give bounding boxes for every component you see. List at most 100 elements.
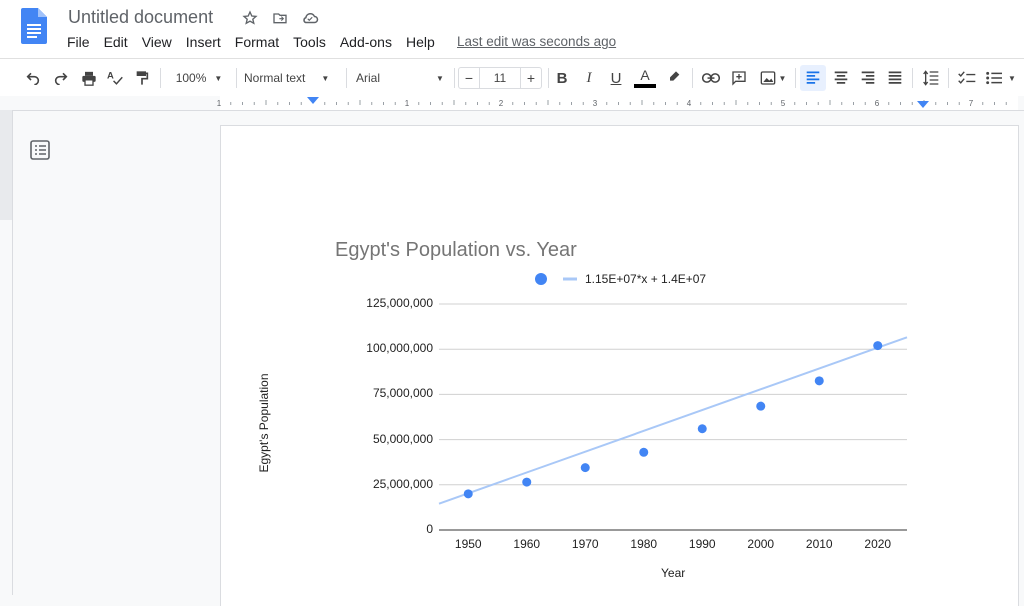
align-center-icon[interactable] — [830, 67, 852, 89]
horizontal-ruler[interactable]: 1 1 2 3 4 5 6 7 — [0, 96, 1024, 111]
font-value: Arial — [356, 71, 381, 85]
chevron-down-icon: ▼ — [321, 73, 330, 83]
x-tick-label: 2010 — [805, 537, 833, 551]
data-point — [463, 489, 473, 499]
x-tick-label: 1990 — [688, 537, 716, 551]
data-point — [814, 376, 824, 386]
bulleted-list-button[interactable]: ▼ — [986, 67, 1024, 89]
chevron-down-icon: ▼ — [436, 73, 444, 83]
insert-image-button[interactable]: ▼ — [756, 67, 790, 89]
document-page[interactable]: Egypt's Population vs. Year 1.15E+07*x +… — [221, 126, 1018, 606]
ruler-label: 7 — [969, 99, 974, 108]
cloud-status-icon[interactable] — [300, 9, 320, 27]
zoom-value: 100% — [175, 71, 207, 85]
left-indent-marker[interactable] — [307, 97, 319, 104]
ruler-label: 1 — [405, 99, 410, 108]
undo-icon[interactable] — [22, 67, 44, 89]
italic-button[interactable]: I — [579, 67, 599, 89]
ruler-label: 6 — [875, 99, 880, 108]
bulleted-list-icon — [986, 71, 1002, 85]
insert-link-icon[interactable] — [700, 67, 722, 89]
document-title[interactable]: Untitled document — [68, 7, 213, 28]
menu-insert[interactable]: Insert — [179, 33, 228, 51]
x-axis-label: Year — [661, 566, 686, 580]
style-select[interactable]: Normal text ▼ — [244, 67, 338, 89]
checklist-icon[interactable] — [956, 67, 978, 89]
redo-icon[interactable] — [50, 67, 72, 89]
spellcheck-icon[interactable]: A — [104, 67, 126, 89]
image-icon — [760, 71, 775, 85]
menu-edit[interactable]: Edit — [97, 33, 135, 51]
chevron-down-icon: ▼ — [1008, 73, 1016, 83]
ruler-label: 4 — [687, 99, 692, 108]
x-tick-label: 2000 — [747, 537, 775, 551]
document-outline-icon[interactable] — [30, 140, 50, 160]
toolbar-separator — [795, 68, 796, 88]
ruler-ticks: 1 1 2 3 4 5 6 7 — [217, 97, 1007, 108]
x-tick-label: 1950 — [454, 537, 482, 551]
font-select[interactable]: Arial ▼ — [356, 67, 450, 89]
docs-logo-icon[interactable] — [21, 8, 47, 44]
paint-format-icon[interactable] — [131, 67, 153, 89]
last-edit-link[interactable]: Last edit was seconds ago — [457, 34, 616, 49]
header: Untitled document File Edit View Insert … — [0, 0, 1024, 58]
y-tick-label: 75,000,000 — [372, 386, 433, 401]
right-indent-marker[interactable] — [917, 101, 929, 108]
x-tick-label: 2020 — [864, 537, 892, 551]
highlight-pen-icon[interactable] — [664, 67, 684, 89]
justify-icon[interactable] — [884, 67, 906, 89]
font-size-input[interactable]: 11 — [480, 67, 520, 89]
align-right-icon[interactable] — [857, 67, 879, 89]
menu-help[interactable]: Help — [399, 33, 442, 51]
x-tick-label: 1970 — [571, 537, 599, 551]
ruler-label: 2 — [499, 99, 504, 108]
data-point — [873, 341, 883, 351]
y-tick-label: 50,000,000 — [372, 431, 433, 446]
style-value: Normal text — [244, 71, 306, 85]
menu-tools[interactable]: Tools — [286, 33, 333, 51]
menu-format[interactable]: Format — [228, 33, 286, 51]
text-color-letter: A — [640, 67, 650, 83]
toolbar-separator — [948, 68, 949, 88]
text-color-button[interactable]: A — [634, 67, 656, 89]
data-point — [756, 401, 766, 411]
y-tick-label: 100,000,000 — [366, 341, 433, 356]
toolbar-separator — [548, 68, 549, 88]
y-tick-label: 125,000,000 — [366, 296, 433, 310]
data-point — [639, 447, 649, 457]
bold-button[interactable]: B — [552, 67, 572, 89]
add-comment-icon[interactable] — [728, 67, 750, 89]
underline-button[interactable]: U — [606, 67, 626, 89]
ruler-label: 5 — [781, 99, 786, 108]
print-icon[interactable] — [78, 67, 100, 89]
toolbar-separator — [346, 68, 347, 88]
line-spacing-icon[interactable] — [920, 67, 942, 89]
move-folder-icon[interactable] — [270, 9, 290, 27]
align-left-icon[interactable] — [800, 65, 826, 91]
menu-view[interactable]: View — [135, 33, 179, 51]
toolbar-separator — [160, 68, 161, 88]
increase-font-size-button[interactable]: + — [520, 67, 542, 89]
toolbar-separator — [454, 68, 455, 88]
toolbar-separator — [692, 68, 693, 88]
star-icon[interactable] — [240, 9, 260, 27]
toolbar-separator — [912, 68, 913, 88]
x-tick-label: 1960 — [513, 537, 541, 551]
y-tick-label: 0 — [426, 522, 433, 536]
trendline — [438, 336, 908, 505]
svg-text:A: A — [107, 71, 114, 82]
chevron-down-icon: ▼ — [778, 73, 787, 83]
vertical-ruler-ticks — [0, 110, 12, 220]
data-point — [697, 424, 707, 434]
menu-file[interactable]: File — [60, 33, 97, 51]
toolbar-separator — [236, 68, 237, 88]
menu-addons[interactable]: Add-ons — [333, 33, 399, 51]
vertical-ruler[interactable] — [0, 110, 13, 595]
ruler-label: 3 — [593, 99, 598, 108]
legend-point-marker — [535, 273, 547, 285]
decrease-font-size-button[interactable]: − — [458, 67, 480, 89]
menu-bar: File Edit View Insert Format Tools Add-o… — [60, 33, 442, 51]
ruler-label: 1 — [217, 99, 222, 108]
zoom-select[interactable]: 100% ▼ — [170, 67, 228, 89]
text-color-swatch — [634, 84, 656, 88]
